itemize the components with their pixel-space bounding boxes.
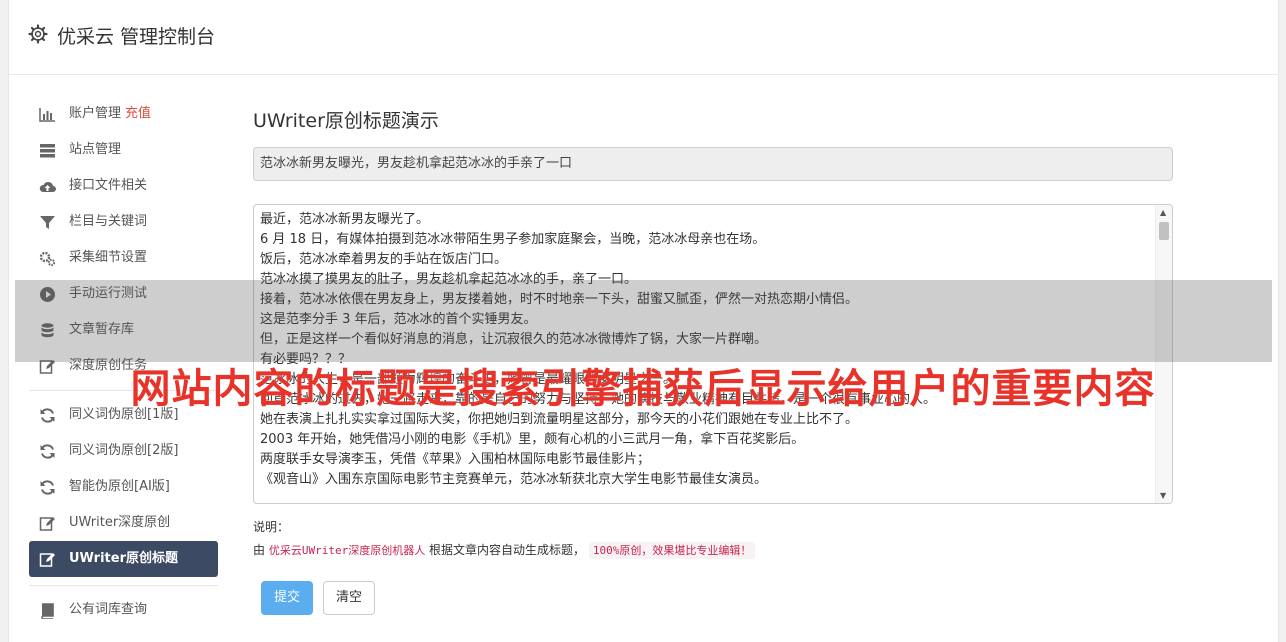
scroll-up-icon[interactable]: ▲	[1160, 208, 1166, 217]
gear-icon	[28, 24, 48, 44]
explain-label: 说明：	[253, 520, 290, 534]
server-icon	[39, 142, 56, 159]
sidebar-item-public-lexicon[interactable]: 公有词库查询	[29, 592, 218, 628]
explain-text: 由 优采云UWriter深度原创机器人 根据文章内容自动生成标题， 100%原创…	[253, 540, 1173, 560]
content-line: 最近，范冰冰新男友曝光了。	[260, 212, 430, 227]
refresh-icon	[39, 443, 56, 460]
sidebar-item-columns-keywords[interactable]: 栏目与关键词	[29, 204, 218, 240]
edit-icon	[39, 515, 56, 532]
sidebar-divider	[29, 585, 218, 586]
content-line: 6 月 18 日，有媒体拍摄到范冰冰带陌生男子参加家庭聚会，当晚，范冰冰母亲也在…	[260, 232, 766, 247]
watermark-text: 网站内容的标题是搜索引擎捕获后显示给用户的重要内容	[130, 366, 1156, 412]
filter-icon	[39, 214, 56, 231]
sidebar-item-uwriter-deep[interactable]: UWriter深度原创	[29, 505, 218, 541]
sidebar-item-label: 接口文件相关	[69, 178, 148, 193]
app-title: 优采云 管理控制台	[57, 26, 216, 48]
explanation: 说明： 由 优采云UWriter深度原创机器人 根据文章内容自动生成标题， 10…	[253, 517, 1173, 560]
original-badge: 100%原创，效果堪比专业编辑！	[588, 542, 756, 559]
watermark-overlay-band	[15, 280, 1272, 362]
sidebar-item-label: 同义词伪原创[2版]	[69, 443, 179, 458]
content-line: 饭后，范冰冰牵着男友的手站在饭店门口。	[260, 252, 508, 267]
sidebar-item-label: 站点管理	[69, 142, 122, 157]
sidebar-item-label: UWriter深度原创	[69, 515, 171, 530]
sidebar-item-label: 采集细节设置	[69, 250, 148, 265]
scroll-thumb[interactable]	[1159, 222, 1169, 240]
bar-chart-icon	[39, 106, 56, 123]
sidebar-item-label: 公有词库查询	[69, 602, 148, 617]
sidebar-item-label: UWriter原创标题	[69, 551, 178, 566]
edit-icon	[39, 551, 56, 568]
clear-button[interactable]: 清空	[323, 581, 376, 615]
generated-title-field[interactable]: 范冰冰新男友曝光，男友趁机拿起范冰冰的手亲了一口	[253, 147, 1173, 181]
content-line: 2003 年开始，她凭借冯小刚的电影《手机》里，颇有心机的小三武月一角，拿下百花…	[260, 432, 805, 447]
sidebar-item-label: 账户管理	[69, 106, 122, 121]
sidebar-item-ai-rewrite[interactable]: 智能伪原创[AI版]	[29, 469, 218, 505]
sidebar-item-collect-settings[interactable]: 采集细节设置	[29, 240, 218, 276]
robot-name: 优采云UWriter深度原创机器人	[268, 544, 426, 557]
submit-button[interactable]: 提交	[261, 581, 314, 615]
refresh-icon	[39, 479, 56, 496]
explain-middle: 根据文章内容自动生成标题，	[429, 543, 586, 557]
sidebar-item-synonym-v2[interactable]: 同义词伪原创[2版]	[29, 433, 218, 469]
cloud-upload-icon	[39, 178, 56, 195]
explain-prefix: 由	[253, 543, 266, 557]
cogs-icon	[39, 250, 56, 267]
sidebar-item-account[interactable]: 账户管理 充值	[29, 96, 218, 132]
sidebar-item-interface-files[interactable]: 接口文件相关	[29, 168, 218, 204]
sidebar-item-sites[interactable]: 站点管理	[29, 132, 218, 168]
content-line: 《观音山》入围东京国际电影节主竞赛单元，范冰冰斩获北京大学生电影节最佳女演员。	[260, 472, 768, 487]
content-line: 两度联手女导演李玉，凭借《苹果》入围柏林国际电影节最佳影片；	[260, 452, 651, 467]
app-header: 优采云 管理控制台	[9, 0, 1278, 75]
book-icon	[39, 602, 56, 619]
form-buttons: 提交 清空	[253, 581, 1173, 615]
sidebar-item-label: 智能伪原创[AI版]	[69, 479, 170, 494]
recharge-link[interactable]: 充值	[125, 106, 151, 121]
page-title: UWriter原创标题演示	[253, 110, 439, 132]
scroll-down-icon[interactable]: ▼	[1160, 491, 1166, 500]
sidebar-item-uwriter-title[interactable]: UWriter原创标题	[29, 541, 218, 577]
sidebar-item-label: 栏目与关键词	[69, 214, 148, 229]
